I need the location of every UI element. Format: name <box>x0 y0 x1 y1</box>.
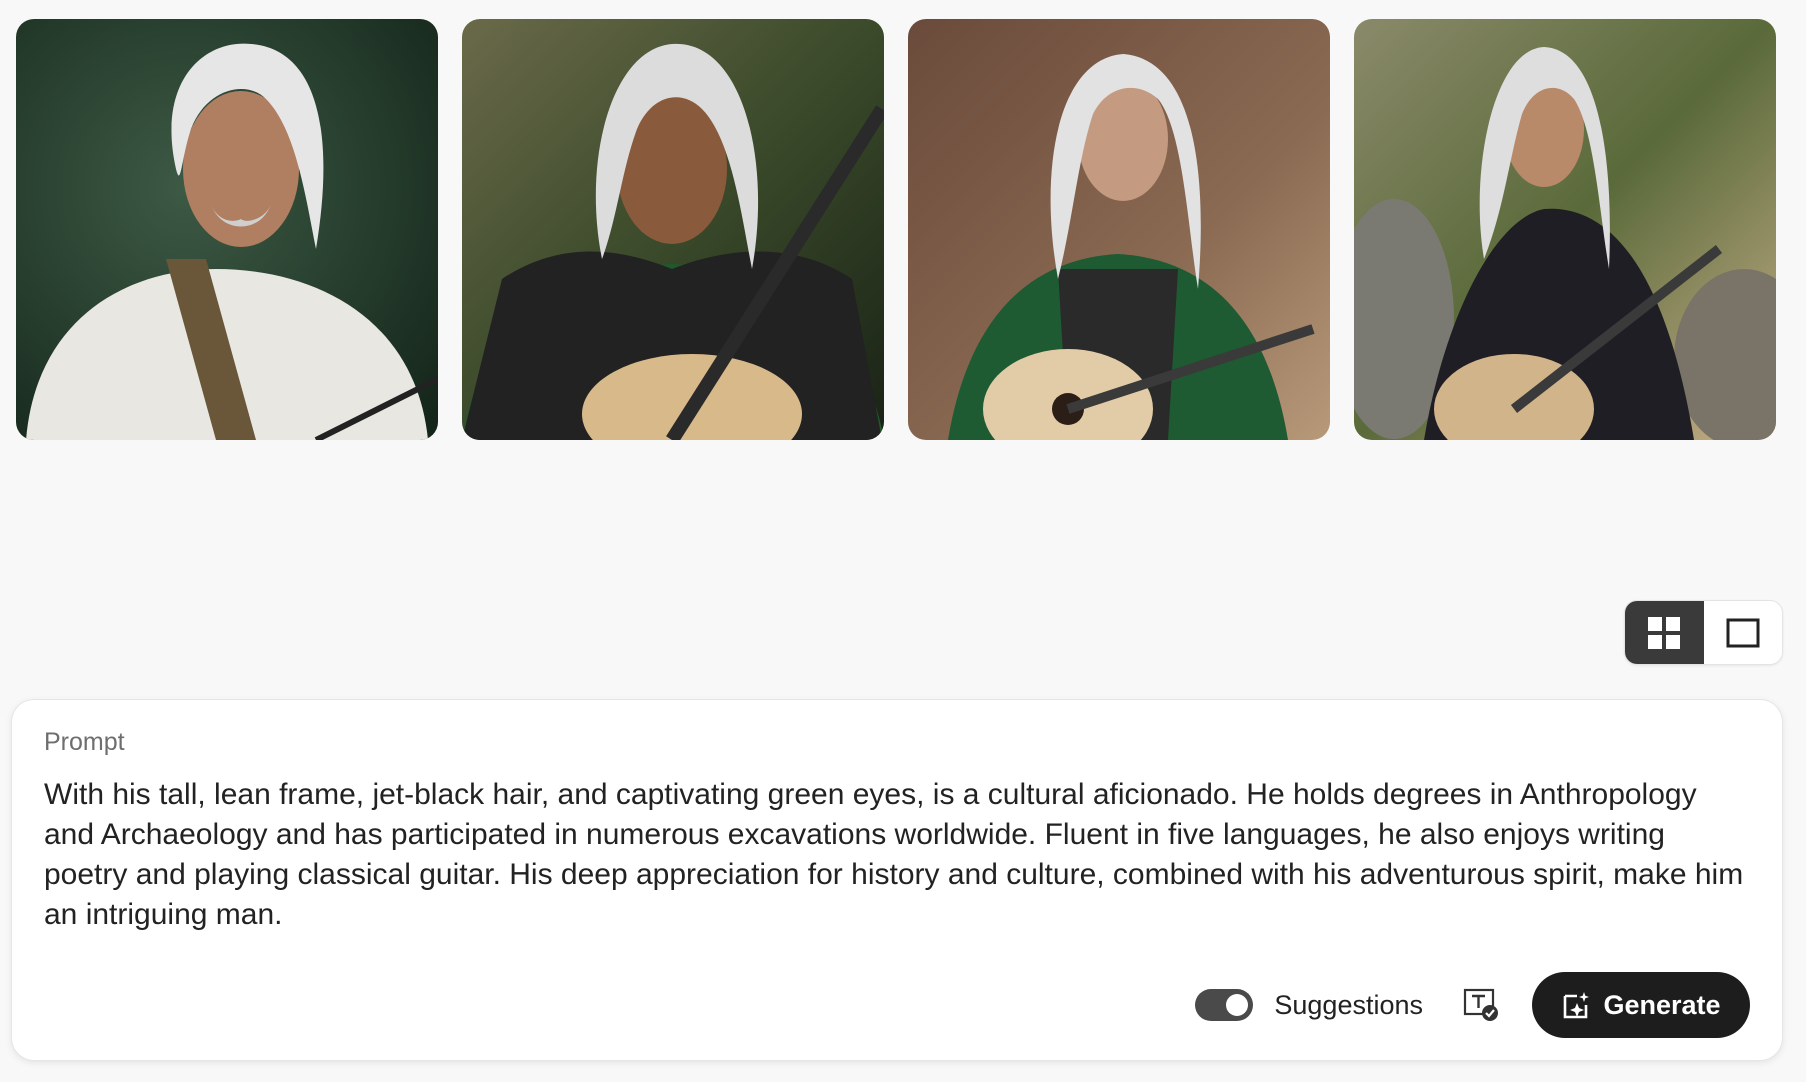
generate-button[interactable]: Generate <box>1532 972 1750 1038</box>
prompt-label: Prompt <box>44 728 125 756</box>
image-gallery <box>16 19 1776 440</box>
portrait-image <box>16 19 438 440</box>
grid-view-icon <box>1648 616 1681 649</box>
portrait-image <box>1354 19 1776 440</box>
toggle-knob <box>1226 994 1249 1016</box>
portrait-image <box>462 19 884 440</box>
view-mode-toggle <box>1625 601 1782 664</box>
prompt-panel: Prompt With his tall, lean frame, jet-bl… <box>12 700 1782 1060</box>
single-view-icon <box>1726 618 1760 647</box>
prompt-controls: Suggestions Generate <box>1195 972 1750 1038</box>
generated-image-2[interactable] <box>462 19 884 440</box>
suggestions-toggle[interactable] <box>1195 989 1254 1021</box>
grid-view-button[interactable] <box>1625 601 1704 664</box>
single-view-button[interactable] <box>1704 601 1783 664</box>
generated-image-4[interactable] <box>1354 19 1776 440</box>
generated-image-3[interactable] <box>908 19 1330 440</box>
text-check-button[interactable] <box>1461 985 1501 1025</box>
portrait-image <box>908 19 1330 440</box>
suggestions-label: Suggestions <box>1274 989 1423 1020</box>
text-check-icon <box>1463 988 1498 1021</box>
prompt-input[interactable]: With his tall, lean frame, jet-black hai… <box>44 775 1744 935</box>
sparkle-generate-icon <box>1561 990 1591 1020</box>
generated-image-1[interactable] <box>16 19 438 440</box>
generate-label: Generate <box>1603 989 1721 1020</box>
